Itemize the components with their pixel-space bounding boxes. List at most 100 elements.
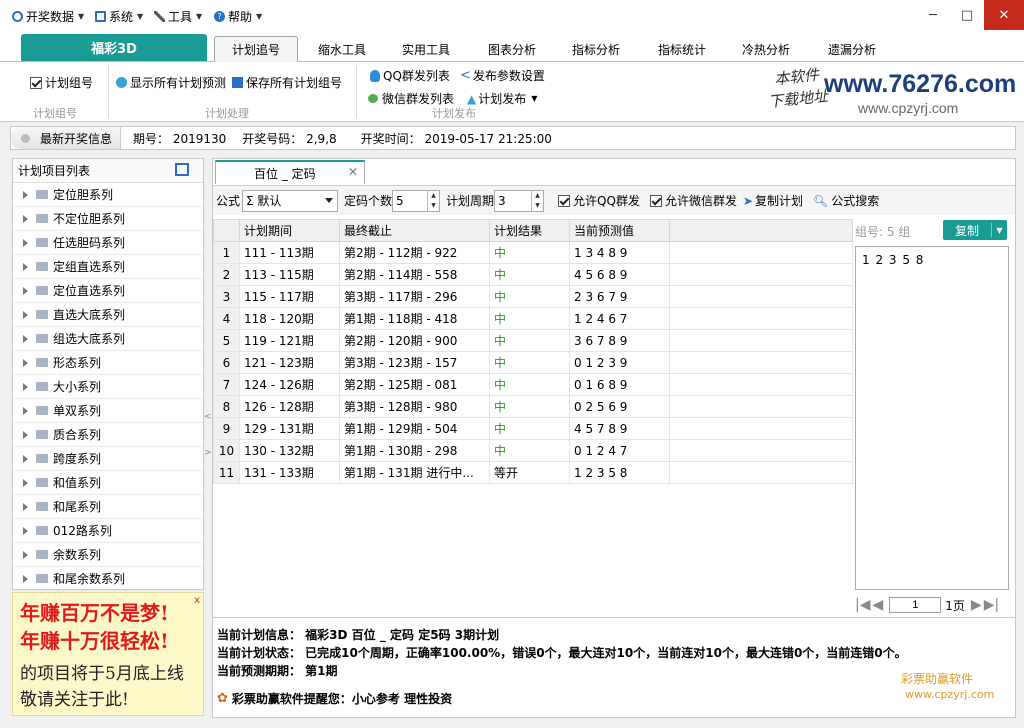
list-item[interactable]: 形态系列: [13, 351, 203, 375]
list-item[interactable]: 大小系列: [13, 375, 203, 399]
publish-settings-button[interactable]: < 发布参数设置: [460, 67, 545, 84]
maximize-button[interactable]: □: [950, 0, 984, 30]
collapse-left-icon[interactable]: <: [204, 412, 212, 422]
draw-issue: 期号： 2019130: [133, 131, 227, 146]
list-item[interactable]: 单双系列: [13, 399, 203, 423]
expand-arrow-icon[interactable]: [23, 574, 28, 583]
list-item[interactable]: 任选胆码系列: [13, 231, 203, 255]
copy-plan-button[interactable]: ➤ 复制计划: [743, 192, 803, 209]
ad-banner[interactable]: 年赚百万不是梦! 年赚十万很轻松! 的项目将于5月底上线 敬请关注于此! x: [12, 592, 204, 716]
list-item[interactable]: 012路系列: [13, 519, 203, 543]
group-numbers-box[interactable]: 1 2 3 5 8: [855, 246, 1009, 590]
menu-kaijiang[interactable]: 开奖数据 ▼: [12, 8, 84, 24]
save-all-groups-button[interactable]: 保存所有计划组号: [232, 74, 342, 91]
expand-arrow-icon[interactable]: [23, 214, 28, 223]
table-row[interactable]: 2 113 - 115期 第2期 - 114期 - 558 中 4 5 6 8 9: [213, 263, 853, 286]
expand-arrow-icon[interactable]: [23, 238, 28, 247]
list-item[interactable]: 和值系列: [13, 471, 203, 495]
formula-search-button[interactable]: 🔍︎ 公式搜索: [813, 192, 879, 209]
expand-arrow-icon[interactable]: [23, 382, 28, 391]
qq-list-button[interactable]: QQ群发列表: [370, 67, 450, 84]
chevron-down-icon[interactable]: ▼: [992, 226, 1007, 235]
expand-arrow-icon[interactable]: [23, 310, 28, 319]
tab-missing-analysis[interactable]: 遗漏分析: [810, 36, 894, 62]
minimize-button[interactable]: ─: [916, 0, 950, 30]
ad-close-icon[interactable]: x: [194, 595, 200, 606]
list-item[interactable]: 和尾余数系列: [13, 567, 203, 591]
col-header-prediction[interactable]: 当前预测值: [569, 219, 670, 242]
count-stepper[interactable]: 5 ▲ ▼: [392, 189, 441, 212]
table-row[interactable]: 7 124 - 126期 第2期 - 125期 - 081 中 0 1 6 8 9: [213, 373, 853, 396]
table-row[interactable]: 9 129 - 131期 第1期 - 129期 - 504 中 4 5 7 8 9: [213, 417, 853, 440]
list-item[interactable]: 组选大底系列: [13, 327, 203, 351]
list-item[interactable]: 和尾系列: [13, 495, 203, 519]
expand-right-icon[interactable]: >: [204, 448, 212, 458]
spin-arrows-icon[interactable]: ▲ ▼: [427, 190, 439, 211]
expand-arrow-icon[interactable]: [23, 454, 28, 463]
expand-arrow-icon[interactable]: [23, 286, 28, 295]
last-page-icon[interactable]: ▶|: [984, 597, 999, 613]
next-page-icon[interactable]: ▶: [971, 597, 982, 613]
formula-select[interactable]: Σ 默认: [242, 189, 339, 212]
brand-tab[interactable]: 福彩3D: [21, 34, 207, 61]
close-button[interactable]: ✕: [984, 0, 1024, 30]
tab-indicator-stats[interactable]: 指标统计: [640, 36, 724, 62]
tab-indicator-analysis[interactable]: 指标分析: [554, 36, 638, 62]
table-row[interactable]: 8 126 - 128期 第3期 - 128期 - 980 中 0 2 5 6 9: [213, 395, 853, 418]
table-row[interactable]: 3 115 - 117期 第3期 - 117期 - 296 中 2 3 6 7 9: [213, 285, 853, 308]
expand-arrow-icon[interactable]: [23, 526, 28, 535]
list-item[interactable]: 定位直选系列: [13, 279, 203, 303]
expand-arrow-icon[interactable]: [23, 334, 28, 343]
plan-group-checkbox[interactable]: 计划组号: [30, 74, 93, 91]
show-all-predictions-button[interactable]: 显示所有计划预测: [116, 74, 226, 91]
tab-utility-tools[interactable]: 实用工具: [384, 36, 468, 62]
expand-arrow-icon[interactable]: [23, 478, 28, 487]
list-item[interactable]: 定组直选系列: [13, 255, 203, 279]
copy-button[interactable]: 复制 ▼: [943, 220, 1007, 240]
expand-arrow-icon[interactable]: [23, 430, 28, 439]
table-row[interactable]: 10 130 - 132期 第1期 - 130期 - 298 中 0 1 2 4 7: [213, 439, 853, 462]
panel-splitter[interactable]: < >: [204, 158, 212, 716]
prev-page-icon[interactable]: ◀: [872, 597, 883, 613]
expand-arrow-icon[interactable]: [23, 190, 28, 199]
menu-tools[interactable]: 工具 ▼: [154, 8, 202, 24]
expand-arrow-icon[interactable]: [23, 358, 28, 367]
expand-arrow-icon[interactable]: [23, 406, 28, 415]
col-header-deadline[interactable]: 最终截止: [339, 219, 490, 242]
restore-icon[interactable]: [175, 163, 189, 176]
table-row[interactable]: 11 131 - 133期 第1期 - 131期 进行中... 等开 1 2 3 5 8: [213, 461, 853, 484]
document-tab[interactable]: 百位 _ 定码 ✕: [215, 160, 365, 184]
period-stepper[interactable]: 3 ▲ ▼: [494, 189, 545, 212]
latest-draw-label[interactable]: 最新开奖信息: [11, 127, 122, 149]
tab-hot-cold[interactable]: 冷热分析: [724, 36, 808, 62]
plan-publish-dropdown[interactable]: ▲ 计划发布 ▼: [467, 90, 537, 107]
table-row[interactable]: 1 111 - 113期 第2期 - 112期 - 922 中 1 3 4 8 9: [213, 241, 853, 264]
first-page-icon[interactable]: |◀: [855, 597, 870, 613]
summary-plan-status: 当前计划状态： 已完成10个周期，正确率100.00%，错误0个，最大连对10个…: [217, 646, 907, 660]
col-header-period[interactable]: 计划期间: [239, 219, 340, 242]
col-header-result[interactable]: 计划结果: [489, 219, 570, 242]
spin-arrows-icon[interactable]: ▲ ▼: [531, 190, 543, 211]
tab-shrink-tools[interactable]: 缩水工具: [300, 36, 384, 62]
expand-arrow-icon[interactable]: [23, 262, 28, 271]
menu-help[interactable]: ? 帮助 ▼: [214, 8, 262, 24]
tab-plan-tracking[interactable]: 计划追号: [214, 36, 298, 62]
menu-system[interactable]: 系统 ▼: [95, 8, 143, 24]
tab-chart-analysis[interactable]: 图表分析: [470, 36, 554, 62]
table-row[interactable]: 4 118 - 120期 第1期 - 118期 - 418 中 1 2 4 6 7: [213, 307, 853, 330]
allow-wechat-checkbox[interactable]: 允许微信群发: [649, 192, 737, 209]
close-tab-icon[interactable]: ✕: [348, 165, 358, 179]
expand-arrow-icon[interactable]: [23, 550, 28, 559]
page-input[interactable]: [889, 597, 942, 613]
list-item[interactable]: 定位胆系列: [13, 183, 203, 207]
list-item[interactable]: 直选大底系列: [13, 303, 203, 327]
allow-qq-checkbox[interactable]: 允许QQ群发: [558, 192, 640, 209]
list-item[interactable]: 余数系列: [13, 543, 203, 567]
list-item[interactable]: 不定位胆系列: [13, 207, 203, 231]
expand-arrow-icon[interactable]: [23, 502, 28, 511]
table-row[interactable]: 5 119 - 121期 第2期 - 120期 - 900 中 3 6 7 8 9: [213, 329, 853, 352]
list-item[interactable]: 质合系列: [13, 423, 203, 447]
table-row[interactable]: 6 121 - 123期 第3期 - 123期 - 157 中 0 1 2 3 9: [213, 351, 853, 374]
row-number: 9: [213, 417, 240, 440]
list-item[interactable]: 跨度系列: [13, 447, 203, 471]
